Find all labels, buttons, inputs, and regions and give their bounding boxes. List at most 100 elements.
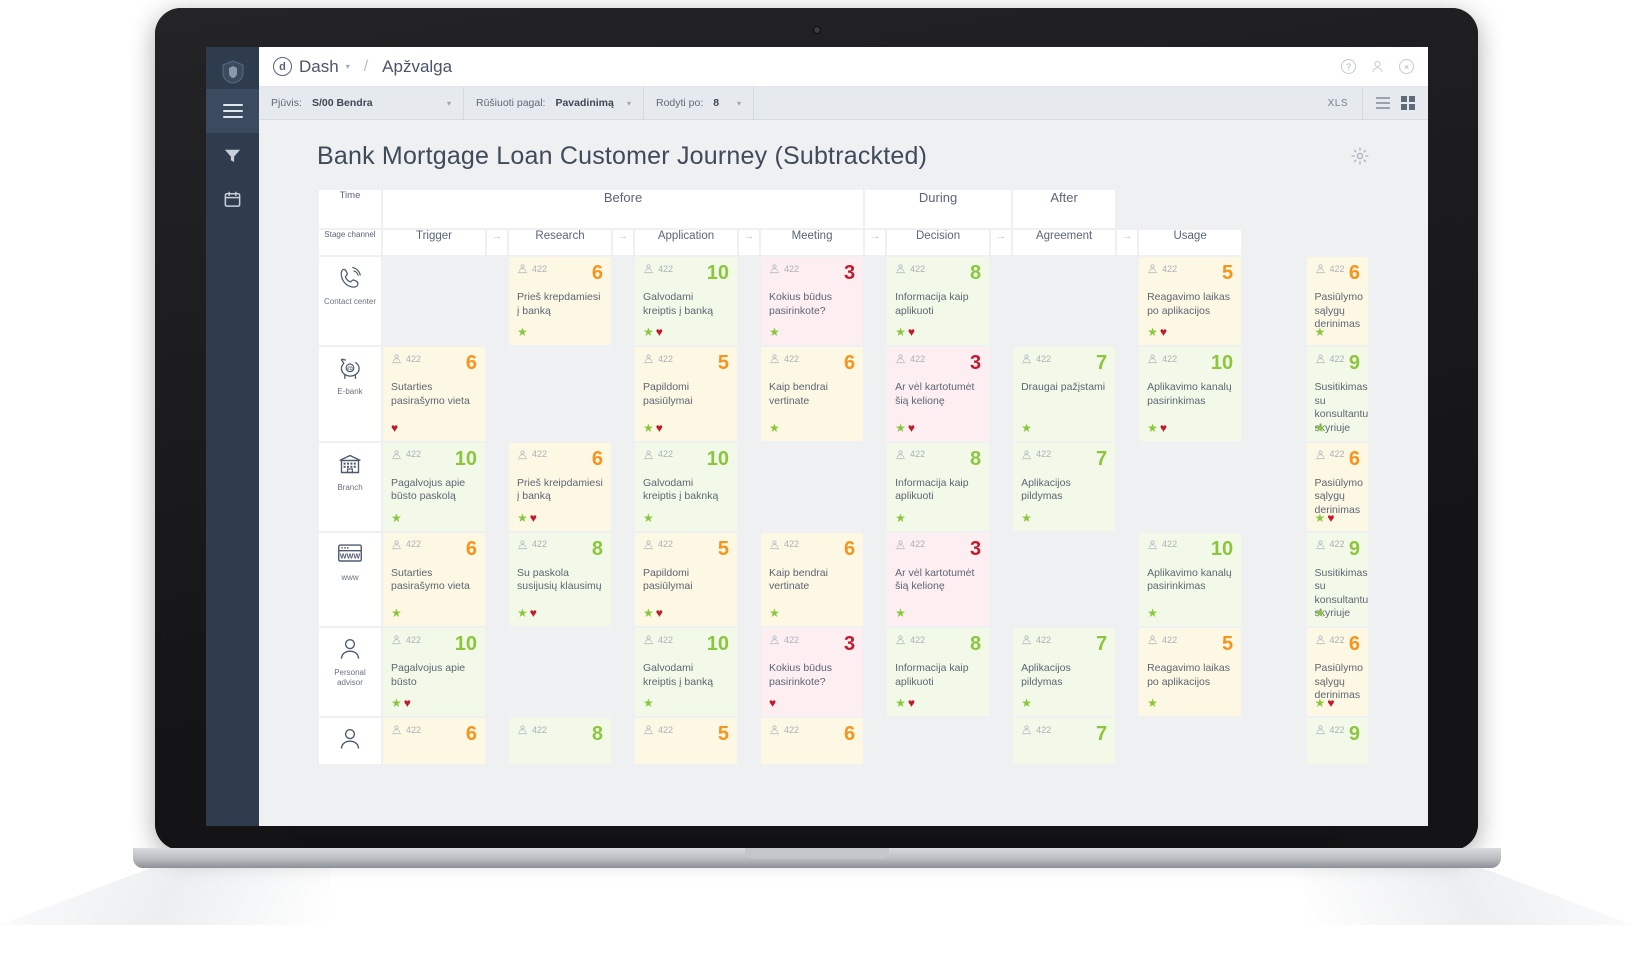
channel-label: Personal advisor xyxy=(334,668,366,688)
journey-cell[interactable]: 422 10 Aplikavimo kanalų pasirinkimas ★♥ xyxy=(1139,347,1242,441)
journey-cell[interactable]: 422 10 Pagalvojus apie būsto ★♥ xyxy=(383,628,485,717)
heart-icon: ♥ xyxy=(769,696,779,711)
cell-marks: ★ xyxy=(1021,696,1034,710)
page-size-select[interactable]: Rodyti po: 8 ▾ xyxy=(644,87,754,119)
journey-cell[interactable]: 422 3 Ar vėl kartotumėt šią kelionę ★ xyxy=(887,532,990,627)
cell-score: 6 xyxy=(465,352,477,374)
grid-view-toggle[interactable] xyxy=(1401,96,1415,110)
rail-filter-button[interactable] xyxy=(206,133,259,177)
cell-gap xyxy=(739,442,759,531)
journey-cell[interactable]: 422 3 Kokius būdus pasirinkote? ★ xyxy=(761,257,864,345)
journey-cell[interactable]: 422 6 Sutarties pasirašymo vieta ♥ xyxy=(383,347,485,441)
journey-cell[interactable]: 422 6 Prieš krepdamiesi į banką ★ xyxy=(509,257,611,345)
cell-header: 422 8 xyxy=(895,263,981,283)
journey-cell[interactable]: 422 6 Pasiūlymo sąlygų derinimas ★ xyxy=(1306,257,1368,345)
journey-cell[interactable]: 422 8 Informacija kaip aplikuoti ★♥ xyxy=(887,628,990,717)
journey-cell[interactable]: 422 9 Susitikimas su konsultantu skyriuje ★ xyxy=(1306,532,1368,627)
cell-gap xyxy=(865,532,886,627)
cell-header: 422 10 xyxy=(1147,539,1233,559)
journey-cell[interactable]: 422 3 Kokius būdus pasirinkote? ♥ xyxy=(761,628,864,717)
list-view-toggle[interactable] xyxy=(1376,94,1390,112)
journey-cell[interactable]: 422 6 Sutarties pasirašymo vieta ★ xyxy=(383,532,485,627)
journey-cell[interactable]: 422 8 Informacija kaip aplikuoti ★ xyxy=(887,442,990,531)
breadcrumb-root[interactable]: Dash xyxy=(299,57,339,77)
cell-header: 422 10 xyxy=(391,449,477,469)
journey-cell[interactable]: 422 5 Reagavimo laikas po aplikacijos ★♥ xyxy=(1139,257,1242,345)
journey-cell[interactable]: 422 7 xyxy=(1013,718,1116,765)
journey-cell[interactable]: 422 5 Papildomi pasiūlymai ★♥ xyxy=(635,347,737,441)
chevron-down-icon[interactable]: ▾ xyxy=(346,62,350,71)
cell-label: Kokius būdus pasirinkote? xyxy=(769,662,833,688)
settings-gear-button[interactable] xyxy=(1350,146,1370,166)
respondent-count: 422 xyxy=(391,449,421,460)
cell-marks: ★♥ xyxy=(895,421,917,435)
cell-header: 422 6 xyxy=(517,263,603,283)
journey-cell[interactable]: 422 10 Aplikavimo kanalų pasirinkimas ★ xyxy=(1139,532,1242,627)
journey-cell[interactable]: 422 6 Prieš kreipdamiesi į banką ★♥ xyxy=(509,442,611,531)
journey-cell[interactable]: 422 5 Reagavimo laikas po aplikacijos ★ xyxy=(1139,628,1242,717)
journey-cell[interactable]: 422 10 Galvodami kreiptis į baknką ★ xyxy=(635,442,737,531)
cell-score: 8 xyxy=(969,447,982,470)
journey-cell[interactable]: 422 3 Ar vėl kartotumėt šią kelionę ★♥ xyxy=(887,347,990,441)
journey-cell[interactable]: 422 6 Kaip bendrai vertinate ★ xyxy=(761,347,864,441)
journey-cell[interactable]: 422 6 xyxy=(383,718,485,765)
cell-gap xyxy=(739,628,759,717)
view-select-value: S/00 Bendra xyxy=(311,97,373,109)
respondent-count: 422 xyxy=(517,539,547,550)
journey-cell[interactable]: 422 10 Galvodami kreiptis į banką ★♥ xyxy=(635,257,737,345)
export-xls-button[interactable]: XLS xyxy=(1314,87,1362,119)
cell-marks: ★ xyxy=(643,696,656,710)
cell-header: 422 10 xyxy=(643,634,729,654)
sort-select[interactable]: Rūšiuoti pagal: Pavadinimą ▾ xyxy=(464,87,644,119)
respondent-count-value: 422 xyxy=(784,724,800,735)
cell-header: 422 3 xyxy=(895,539,981,559)
cell-marks: ♥ xyxy=(391,421,400,435)
cell-gap xyxy=(739,532,759,627)
journey-cell[interactable]: 422 9 Susitikimas su konsultantu skyriuje ★ xyxy=(1306,347,1368,441)
close-icon[interactable]: × xyxy=(1399,59,1414,74)
cell-gap xyxy=(991,718,1012,765)
breadcrumb-separator: / xyxy=(363,57,369,75)
journey-cell[interactable]: 422 8 Informacija kaip aplikuoti ★♥ xyxy=(887,257,990,345)
heart-icon: ♥ xyxy=(403,696,413,711)
stage-header-row: Stage channel Trigger → Research → Appli… xyxy=(319,230,1368,255)
cell-score: 10 xyxy=(1210,352,1234,374)
star-icon: ★ xyxy=(643,325,656,339)
cell-gap xyxy=(1117,628,1138,717)
journey-cell-empty xyxy=(509,628,611,717)
journey-cell[interactable]: 422 6 xyxy=(761,718,864,765)
journey-cell[interactable]: 422 7 Draugai pažįstami ★ xyxy=(1013,347,1116,441)
cell-score: 8 xyxy=(969,262,982,284)
respondent-count-value: 422 xyxy=(1036,724,1052,735)
journey-cell[interactable]: 422 8 Su paskola susijusių klausimų ★♥ xyxy=(509,532,611,627)
view-select[interactable]: Pjūvis: S/00 Bendra ▾ xyxy=(259,87,464,119)
person-icon xyxy=(1147,634,1158,645)
person-icon xyxy=(1021,353,1032,364)
respondent-count: 422 xyxy=(1021,353,1051,364)
journey-cell[interactable]: 422 7 Aplikacijos pildymas ★ xyxy=(1013,628,1116,717)
journey-cell[interactable]: 422 10 Galvodami kreiptis į banką ★ xyxy=(635,628,737,717)
user-icon[interactable] xyxy=(1370,59,1385,74)
cell-gap xyxy=(487,442,507,531)
page-size-label: Rodyti po: xyxy=(656,97,704,109)
respondent-count: 422 xyxy=(1147,634,1177,645)
respondent-count-value: 422 xyxy=(1329,263,1345,274)
journey-cell[interactable]: 422 6 Kaip bendrai vertinate ★ xyxy=(761,532,864,627)
calendar-icon xyxy=(224,191,241,207)
cell-header: 422 10 xyxy=(643,449,729,469)
journey-cell[interactable]: 422 6 Pasiūlymo sąlygų derinimas ★♥ xyxy=(1306,628,1368,717)
cell-label: Kokius būdus pasirinkote? xyxy=(769,291,833,317)
journey-cell[interactable]: 422 5 xyxy=(635,718,737,765)
respondent-count: 422 xyxy=(895,539,925,550)
channel-label: Branch xyxy=(337,482,363,492)
help-icon[interactable]: ? xyxy=(1341,59,1356,74)
journey-cell[interactable]: 422 6 Pasiūlymo sąlygų derinimas ★♥ xyxy=(1306,442,1368,531)
journey-cell[interactable]: 422 8 xyxy=(509,718,611,765)
cell-gap xyxy=(991,442,1012,531)
rail-calendar-button[interactable] xyxy=(206,177,259,221)
journey-cell[interactable]: 422 10 Pagalvojus apie būsto paskolą ★ xyxy=(383,442,485,531)
rail-menu-button[interactable] xyxy=(206,89,259,133)
journey-cell[interactable]: 422 9 xyxy=(1306,718,1368,765)
journey-cell[interactable]: 422 5 Papildomi pasiūlymai ★♥ xyxy=(635,532,737,627)
journey-cell[interactable]: 422 7 Aplikacijos pildymas ★ xyxy=(1013,442,1116,531)
